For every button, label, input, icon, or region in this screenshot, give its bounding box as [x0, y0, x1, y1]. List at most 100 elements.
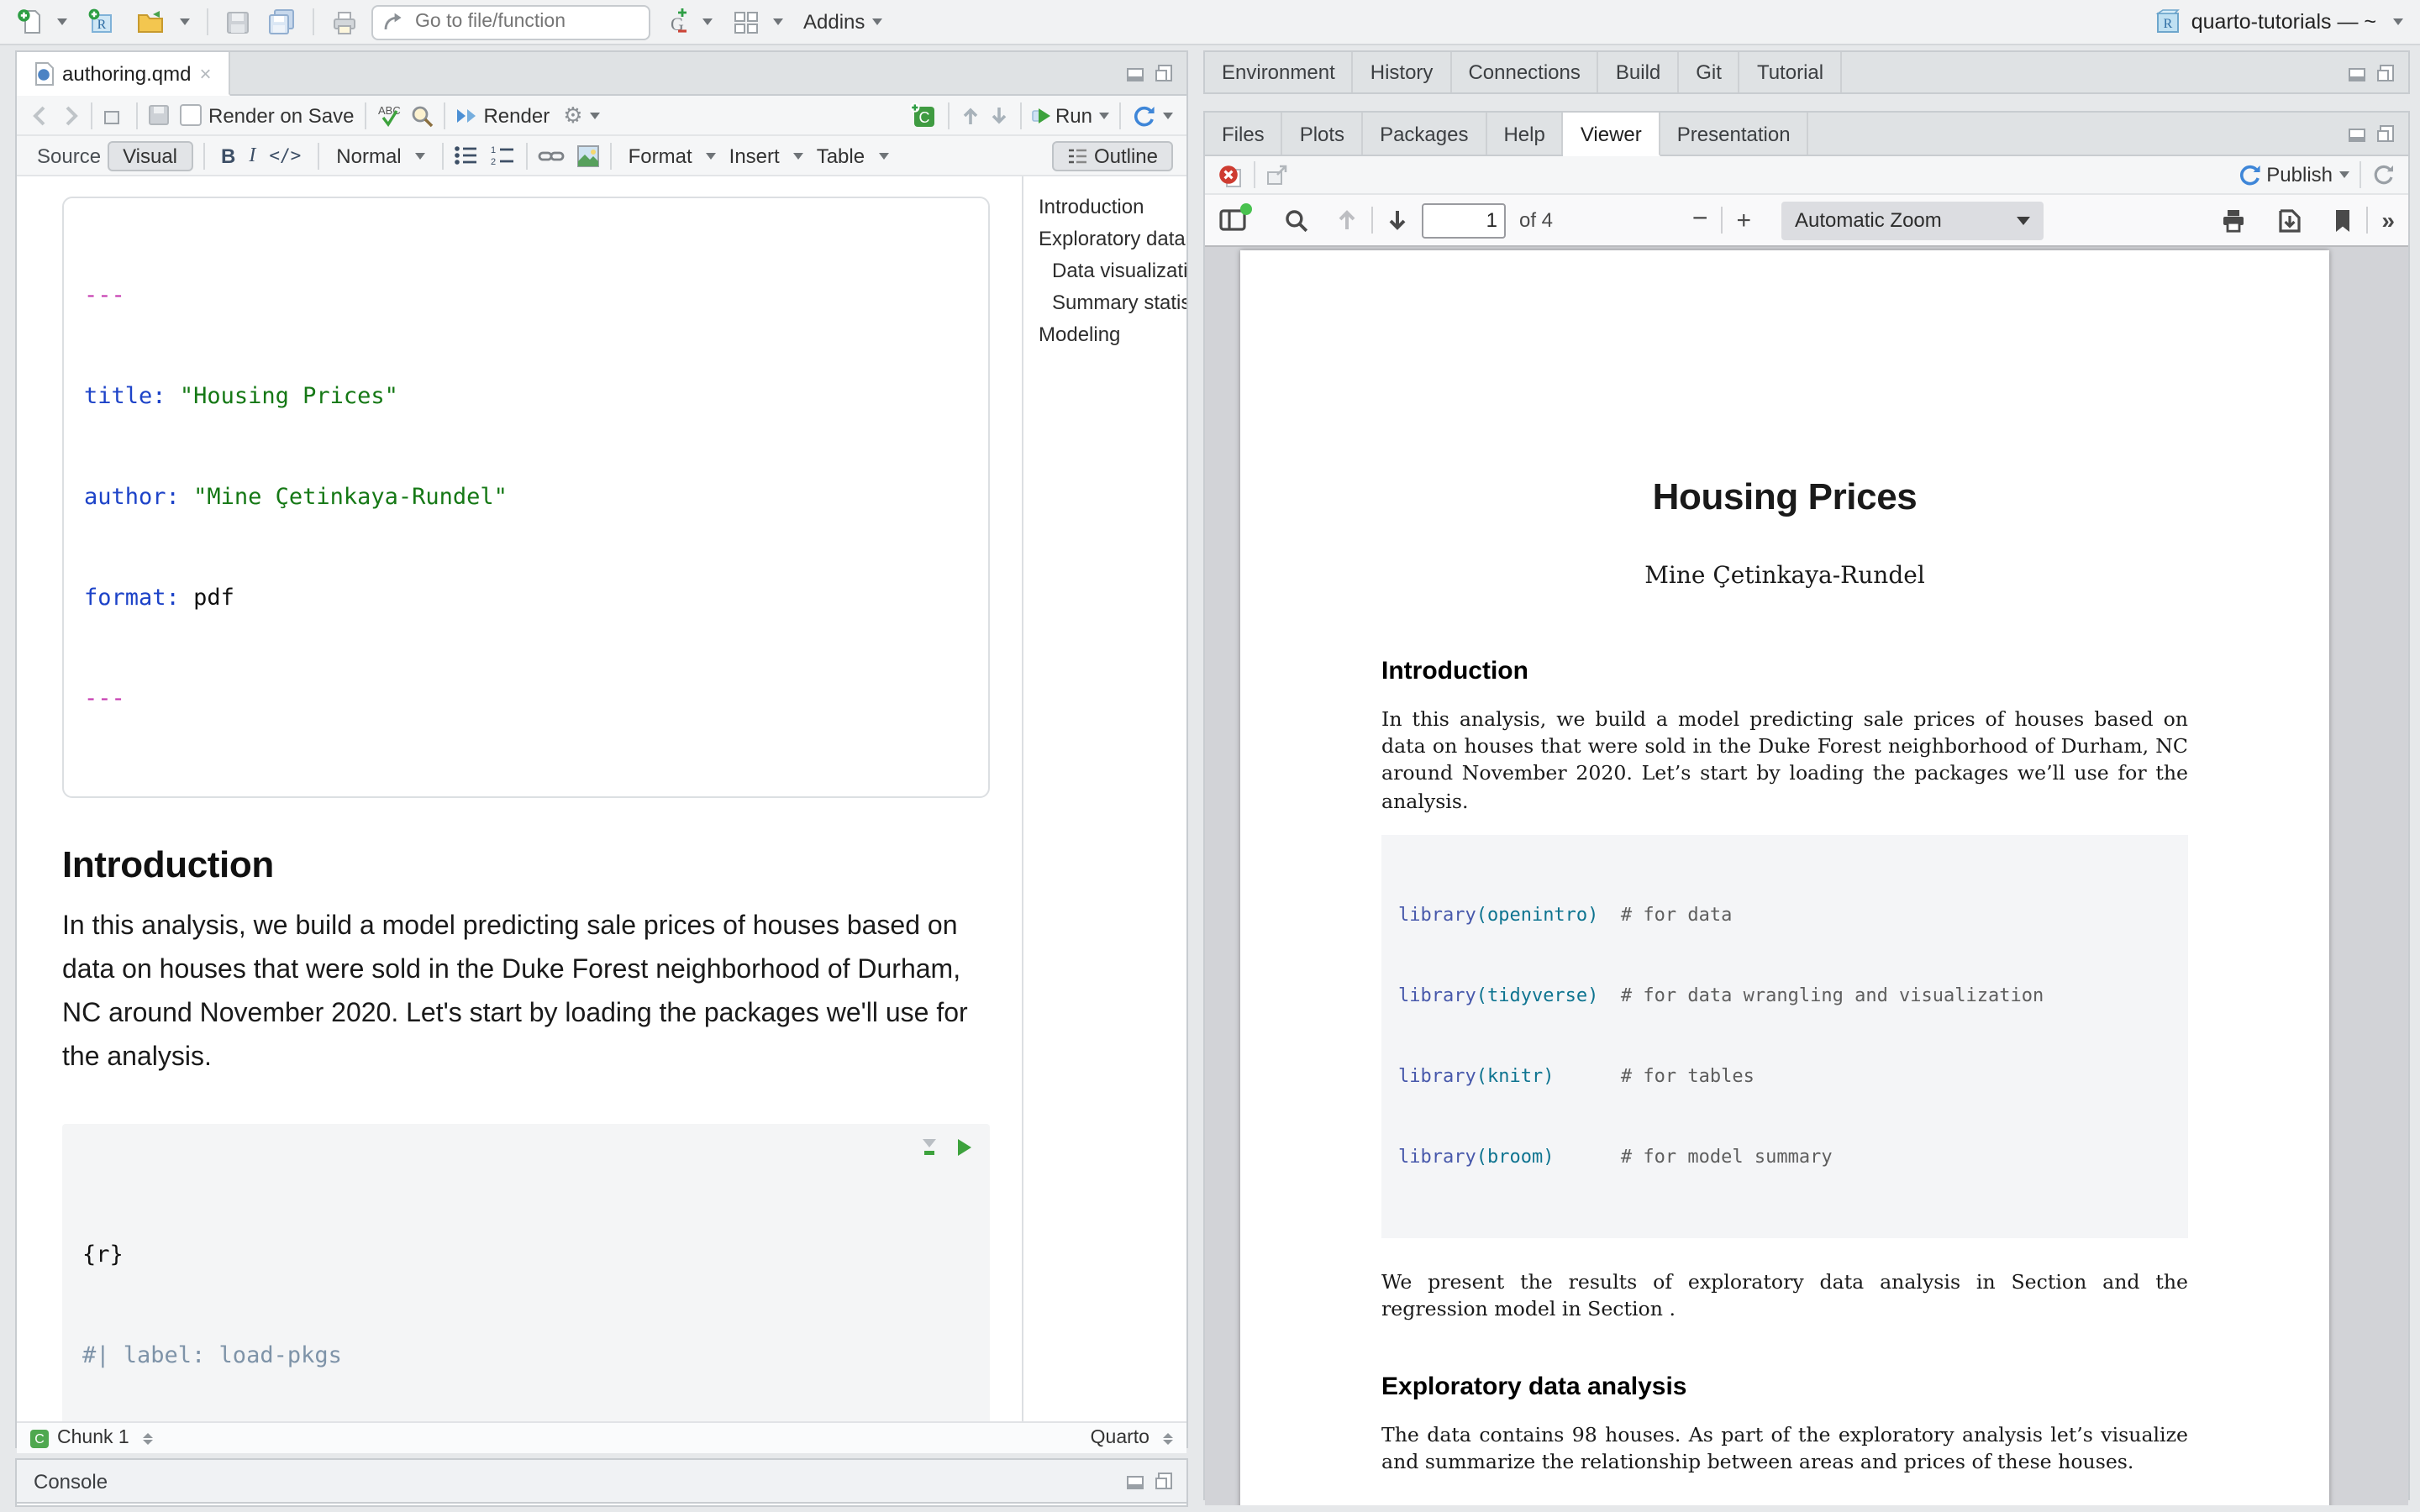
- zoom-in-button[interactable]: +: [1737, 206, 1752, 234]
- tab-authoring-qmd[interactable]: authoring.qmd ×: [17, 52, 229, 96]
- publish-caret[interactable]: [2339, 171, 2349, 178]
- publish-button[interactable]: Publish: [2266, 163, 2333, 186]
- goto-file-box[interactable]: [371, 4, 650, 39]
- numbered-list-icon[interactable]: 12: [491, 144, 516, 166]
- outline-item-eda[interactable]: Exploratory data …: [1039, 223, 1186, 255]
- chunk-nav-arrows-icon[interactable]: [143, 1432, 153, 1444]
- new-project-icon[interactable]: R: [87, 8, 116, 35]
- maximize-pane-icon[interactable]: [1155, 64, 1173, 82]
- zoom-level-select[interactable]: Automatic Zoom: [1781, 201, 2044, 239]
- zoom-out-button[interactable]: −: [1692, 205, 1708, 235]
- popout-icon[interactable]: [1265, 164, 1289, 186]
- version-control-caret[interactable]: [702, 18, 713, 25]
- rerun-icon[interactable]: [1131, 103, 1156, 127]
- run-caret[interactable]: [1099, 112, 1109, 118]
- panes-layout-icon[interactable]: [733, 9, 760, 34]
- render-on-save-checkbox[interactable]: [180, 104, 202, 126]
- page-number-input[interactable]: [1422, 202, 1506, 238]
- close-icon[interactable]: ×: [199, 61, 211, 85]
- editor-canvas[interactable]: --- title: "Housing Prices" author: "Min…: [17, 176, 1186, 1421]
- panes-layout-caret[interactable]: [773, 18, 783, 25]
- save-small-icon[interactable]: [148, 104, 170, 126]
- tab-packages[interactable]: Packages: [1363, 113, 1486, 155]
- tab-plots[interactable]: Plots: [1283, 113, 1363, 155]
- tab-history[interactable]: History: [1354, 52, 1452, 92]
- next-page-icon[interactable]: [1386, 208, 1408, 232]
- bullet-list-icon[interactable]: [454, 144, 479, 166]
- outline-toggle-button[interactable]: Outline: [1052, 140, 1173, 171]
- forward-icon[interactable]: [57, 105, 81, 125]
- sidebar-toggle-icon[interactable]: [1218, 208, 1247, 232]
- tab-build[interactable]: Build: [1599, 52, 1679, 92]
- filetype-select[interactable]: Quarto: [1091, 1428, 1150, 1448]
- maximize-pane-icon[interactable]: [2376, 124, 2395, 143]
- new-file-icon[interactable]: [17, 8, 44, 35]
- version-control-icon[interactable]: G: [664, 8, 689, 35]
- tab-viewer[interactable]: Viewer: [1564, 113, 1660, 156]
- open-file-caret[interactable]: [180, 18, 190, 25]
- tab-files[interactable]: Files: [1205, 113, 1283, 155]
- previous-page-icon[interactable]: [1336, 208, 1358, 232]
- tab-presentation[interactable]: Presentation: [1660, 113, 1809, 155]
- table-menu[interactable]: Table: [810, 144, 895, 167]
- save-icon[interactable]: [225, 9, 250, 34]
- run-chunk-icon[interactable]: [956, 1137, 973, 1158]
- back-icon[interactable]: [30, 105, 54, 125]
- refresh-icon[interactable]: [2371, 163, 2395, 186]
- spellcheck-icon[interactable]: ABC: [376, 102, 402, 128]
- publish-icon[interactable]: [2236, 163, 2261, 186]
- save-all-icon[interactable]: [267, 8, 296, 35]
- yaml-block[interactable]: --- title: "Housing Prices" author: "Min…: [62, 197, 990, 798]
- code-format-button[interactable]: </>: [262, 145, 308, 165]
- link-icon[interactable]: [538, 145, 565, 165]
- find-icon[interactable]: [1284, 207, 1309, 233]
- tab-tutorial[interactable]: Tutorial: [1740, 52, 1842, 92]
- minimize-pane-icon[interactable]: [1126, 1472, 1144, 1490]
- minimize-pane-icon[interactable]: [2348, 124, 2366, 143]
- console-title[interactable]: Console: [17, 1460, 124, 1502]
- outline-item-data-visualization[interactable]: Data visualization: [1039, 255, 1186, 287]
- outline-item-modeling[interactable]: Modeling: [1039, 319, 1186, 351]
- pdf-viewer-area[interactable]: Housing Prices Mine Çetinkaya-Rundel Int…: [1205, 247, 2408, 1505]
- goto-file-input[interactable]: [412, 10, 620, 34]
- insert-menu[interactable]: Insert: [723, 144, 810, 167]
- popout-icon[interactable]: [103, 104, 126, 126]
- tab-help[interactable]: Help: [1486, 113, 1563, 155]
- rerun-caret[interactable]: [1163, 112, 1173, 118]
- run-next-icon[interactable]: [988, 103, 1010, 127]
- outline-item-introduction[interactable]: Introduction: [1039, 192, 1186, 223]
- run-chunks-above-icon[interactable]: [919, 1137, 939, 1158]
- maximize-pane-icon[interactable]: [1155, 1472, 1173, 1490]
- bookmark-icon[interactable]: [2333, 207, 2353, 233]
- source-mode-button[interactable]: Source: [30, 144, 108, 167]
- print-icon[interactable]: [331, 9, 358, 34]
- render-settings-caret[interactable]: [590, 112, 600, 118]
- run-button[interactable]: Run: [1055, 103, 1092, 127]
- outline-item-summary-statistics[interactable]: Summary statis…: [1039, 287, 1186, 319]
- italic-button[interactable]: I: [242, 143, 262, 168]
- tab-environment[interactable]: Environment: [1205, 52, 1354, 92]
- render-button[interactable]: Render: [483, 103, 550, 127]
- print-pdf-icon[interactable]: [2220, 207, 2247, 233]
- image-icon[interactable]: [576, 144, 600, 167]
- search-icon[interactable]: [409, 103, 433, 127]
- render-icon[interactable]: [455, 105, 480, 125]
- tab-git[interactable]: Git: [1679, 52, 1740, 92]
- filetype-arrows-icon[interactable]: [1163, 1432, 1173, 1444]
- maximize-pane-icon[interactable]: [2376, 63, 2395, 81]
- code-chunk[interactable]: {r} #| label: load-pkgs #| code-summary:…: [62, 1124, 990, 1421]
- clear-viewer-icon[interactable]: [1218, 162, 1244, 187]
- minimize-pane-icon[interactable]: [2348, 63, 2366, 81]
- project-menu[interactable]: R quarto-tutorials — ~: [2154, 8, 2403, 35]
- tab-connections[interactable]: Connections: [1451, 52, 1598, 92]
- format-menu[interactable]: Format: [622, 144, 723, 167]
- new-file-caret[interactable]: [57, 18, 67, 25]
- paragraph-style-select[interactable]: Normal: [329, 144, 431, 167]
- insert-chunk-icon[interactable]: C: [909, 102, 938, 129]
- download-icon[interactable]: [2277, 207, 2302, 233]
- run-previous-icon[interactable]: [960, 103, 981, 127]
- minimize-pane-icon[interactable]: [1126, 64, 1144, 82]
- render-settings-gear-icon[interactable]: ⚙: [563, 102, 582, 129]
- addins-menu[interactable]: Addins: [803, 10, 881, 34]
- chunk-nav[interactable]: Chunk 1: [57, 1428, 129, 1448]
